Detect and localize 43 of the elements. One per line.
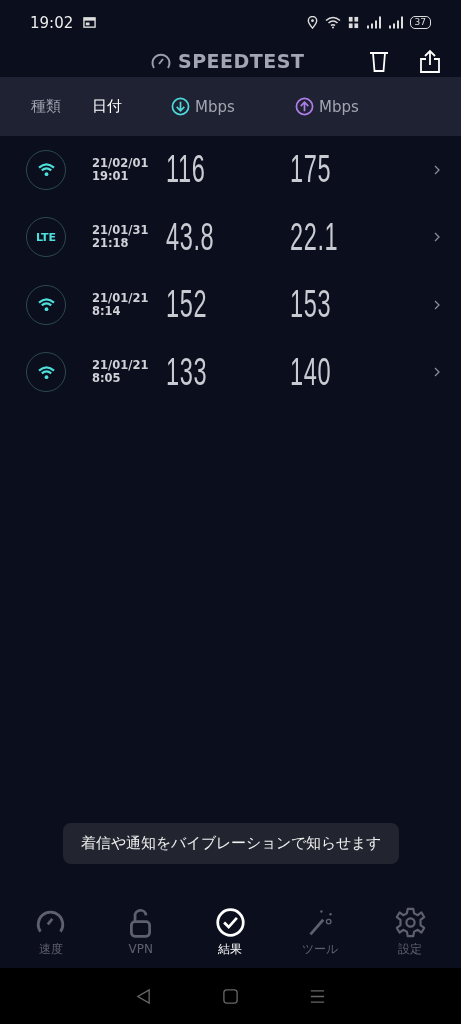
- nav-tab[interactable]: 結果: [195, 906, 266, 958]
- result-time: 8:14: [92, 304, 121, 318]
- column-header[interactable]: 日付: [92, 97, 122, 116]
- app-title: SPEEDTEST: [178, 49, 305, 72]
- column-header[interactable]: Mbps: [319, 97, 359, 116]
- download-icon: [171, 97, 190, 116]
- chevron-icon[interactable]: [434, 367, 440, 378]
- upload-speed: 140: [290, 350, 332, 394]
- result-time: 8:05: [92, 372, 122, 386]
- chevron-icon[interactable]: [434, 299, 440, 310]
- download-speed: 43.8: [166, 215, 215, 259]
- chevron-icon[interactable]: [434, 164, 440, 175]
- result-date: 21/02/01: [92, 156, 149, 170]
- download-speed: 116: [166, 148, 206, 191]
- menu-icon[interactable]: [309, 987, 326, 1005]
- result-date: 21/01/31: [92, 224, 149, 238]
- settings-icon[interactable]: [394, 906, 426, 938]
- delete-icon[interactable]: [369, 49, 389, 72]
- signal-icon: [365, 16, 382, 29]
- column-header[interactable]: Mbps: [195, 97, 235, 116]
- share-icon[interactable]: [419, 48, 441, 73]
- signal-icon: [387, 16, 404, 29]
- battery-level: 37: [409, 16, 431, 29]
- back-icon[interactable]: [135, 987, 152, 1005]
- home-icon[interactable]: [222, 987, 239, 1005]
- toast-message: 着信や通知をバイブレーションで知らせます: [62, 823, 399, 864]
- upload-speed: 153: [290, 283, 332, 326]
- upload-icon: [295, 97, 314, 116]
- chevron-icon[interactable]: [434, 232, 440, 243]
- wifi-icon: [324, 16, 341, 29]
- location-icon: [305, 16, 319, 29]
- download-speed: 133: [166, 350, 208, 394]
- result-date: 21/01/21: [92, 291, 149, 305]
- column-header[interactable]: 種類: [31, 97, 61, 116]
- check-circle-icon[interactable]: [215, 906, 246, 938]
- calendar-icon: [83, 16, 97, 29]
- upload-speed: 22.1: [290, 215, 339, 259]
- result-time: 19:01: [92, 169, 129, 183]
- upload-speed: 175: [290, 148, 332, 191]
- status-time: 19:02: [30, 13, 74, 32]
- result-time: 21:18: [92, 237, 130, 251]
- result-date: 21/01/21: [92, 359, 149, 373]
- download-speed: 152: [166, 283, 208, 326]
